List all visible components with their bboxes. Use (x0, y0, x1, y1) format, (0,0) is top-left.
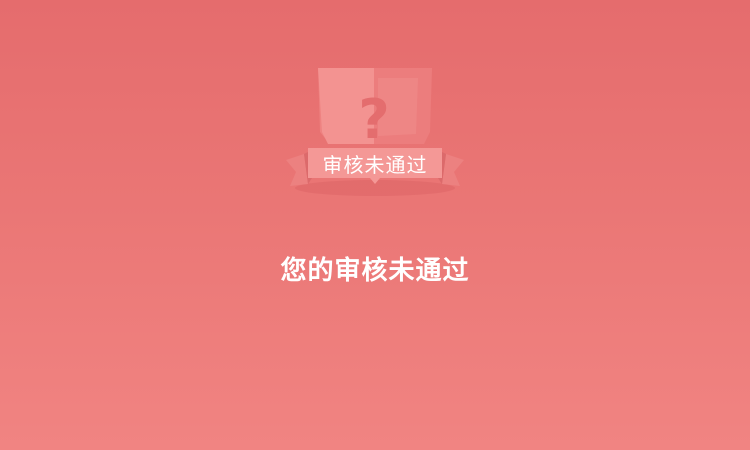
review-status-badge: ? 审核未通过 (278, 60, 472, 200)
svg-text:?: ? (358, 88, 389, 151)
badge-label: 审核未通过 (322, 153, 428, 177)
status-message: 您的审核未通过 (280, 256, 470, 286)
review-failed-screen: ? 审核未通过 您的审核未通过 (0, 0, 750, 450)
